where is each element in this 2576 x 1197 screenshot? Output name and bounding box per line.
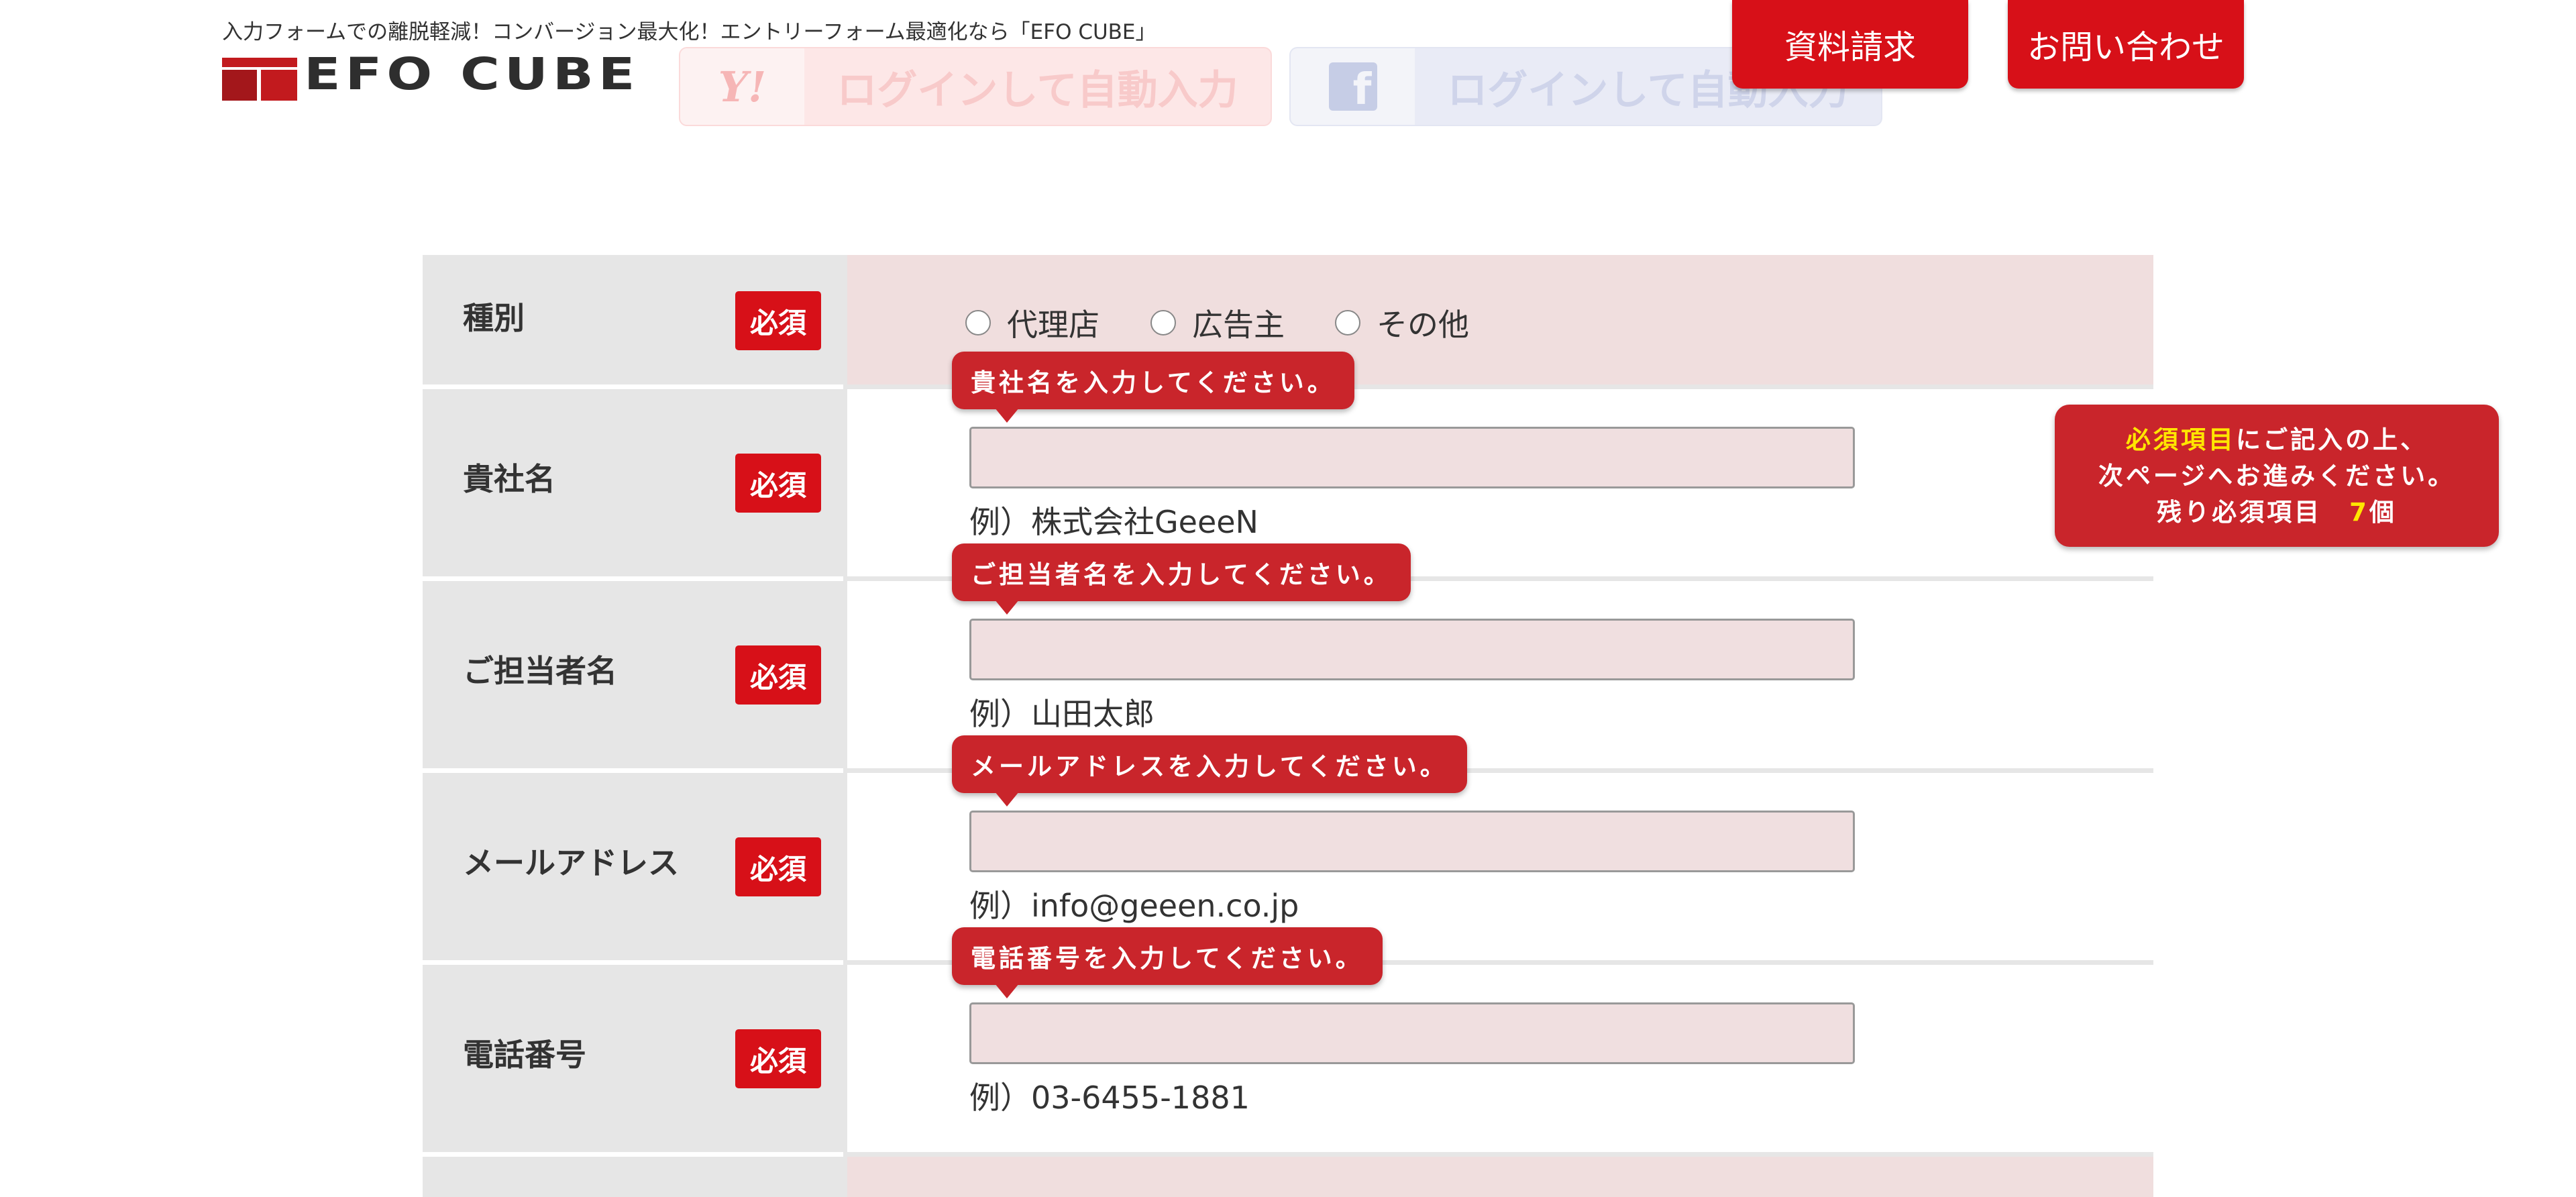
form-row-next <box>423 1157 2153 1197</box>
notice-remaining-suffix: 個 <box>2369 498 2397 527</box>
required-badge: 必須 <box>735 837 821 896</box>
email-error-tooltip: メールアドレスを入力してください。 <box>952 735 1467 806</box>
notice-line-2: 次ページへお進みください。 <box>2098 462 2456 490</box>
notice-line-1-text: にご記入の上、 <box>2235 425 2428 454</box>
form-row-label-cell: 貴社名 必須 <box>423 389 843 581</box>
form-row-field-cell: 電話番号を入力してください。 例）03-6455-1881 <box>843 927 2153 1157</box>
radio-agency[interactable]: 代理店 <box>965 301 1099 345</box>
radio-circle-icon[interactable] <box>1150 310 1176 335</box>
required-fields-notice: 必須項目にご記入の上、 次ページへお進みください。 残り必須項目 7個 <box>2055 405 2499 547</box>
notice-remaining-count: 7 <box>2349 498 2369 527</box>
required-badge: 必須 <box>735 454 821 513</box>
contact-person-example: 例）山田太郎 <box>969 696 1155 732</box>
form-row-label-cell: ご担当者名 必須 <box>423 581 843 773</box>
notice-line-1: 必須項目にご記入の上、 <box>2055 422 2499 458</box>
field-label-type: 種別 <box>463 300 525 336</box>
form-row-phone: 電話番号 必須 電話番号を入力してください。 例）03-6455-1881 <box>423 927 2153 1157</box>
email-example: 例）info@geeen.co.jp <box>969 888 1299 924</box>
facebook-icon: f <box>1291 48 1415 125</box>
radio-label: 広告主 <box>1192 307 1285 343</box>
site-tagline: 入力フォームでの離脱軽減！コンバージョン最大化！エントリーフォーム最適化なら「E… <box>222 20 1157 44</box>
document-request-button[interactable]: 資料請求 <box>1732 0 1968 89</box>
form-row-label-cell: メールアドレス 必須 <box>423 773 843 965</box>
company-name-input[interactable] <box>969 427 1855 488</box>
notice-highlight: 必須項目 <box>2125 425 2236 454</box>
form-row-field-cell <box>843 1157 2153 1197</box>
required-badge: 必須 <box>735 1029 821 1088</box>
form-row-label-cell: 電話番号 必須 <box>423 965 843 1157</box>
phone-example: 例）03-6455-1881 <box>969 1080 1250 1116</box>
radio-label: その他 <box>1377 307 1469 343</box>
radio-circle-icon[interactable] <box>1335 310 1360 335</box>
contact-button[interactable]: お問い合わせ <box>2008 0 2244 89</box>
radio-label: 代理店 <box>1007 307 1099 343</box>
logo-mark-icon <box>222 58 297 101</box>
field-label-contact-person: ご担当者名 <box>463 653 617 689</box>
notice-line-3: 残り必須項目 7個 <box>2055 495 2499 531</box>
field-label-company: 貴社名 <box>463 461 555 497</box>
efo-cube-logo[interactable]: EFO CUBE <box>222 48 645 110</box>
yahoo-login-button[interactable]: Y! ログインして自動入力 <box>679 47 1272 126</box>
entry-form: 種別 必須 代理店 広告主 その他 貴社名 必須 貴社名を入力してください。 例… <box>423 255 2153 1197</box>
radio-circle-icon[interactable] <box>965 310 991 335</box>
company-example: 例）株式会社GeeeN <box>969 504 1258 540</box>
form-row-label-cell <box>423 1157 843 1197</box>
contact-person-input[interactable] <box>969 619 1855 680</box>
radio-other[interactable]: その他 <box>1335 301 1469 345</box>
phone-error-tooltip: 電話番号を入力してください。 <box>952 927 1383 998</box>
yahoo-icon: Y! <box>680 48 804 125</box>
contact-person-error-tooltip: ご担当者名を入力してください。 <box>952 543 1411 615</box>
phone-input[interactable] <box>969 1002 1855 1064</box>
required-badge: 必須 <box>735 291 821 350</box>
notice-remaining-prefix: 残り必須項目 <box>2157 498 2350 527</box>
form-row-label-cell: 種別 必須 <box>423 255 843 389</box>
company-error-tooltip: 貴社名を入力してください。 <box>952 352 1354 423</box>
required-badge: 必須 <box>735 645 821 705</box>
field-label-email: メールアドレス <box>463 845 679 881</box>
field-label-phone: 電話番号 <box>463 1037 586 1073</box>
yahoo-login-label: ログインして自動入力 <box>837 66 1238 114</box>
radio-advertiser[interactable]: 広告主 <box>1150 301 1285 345</box>
email-input[interactable] <box>969 811 1855 872</box>
logo-text: EFO CUBE <box>304 48 640 100</box>
